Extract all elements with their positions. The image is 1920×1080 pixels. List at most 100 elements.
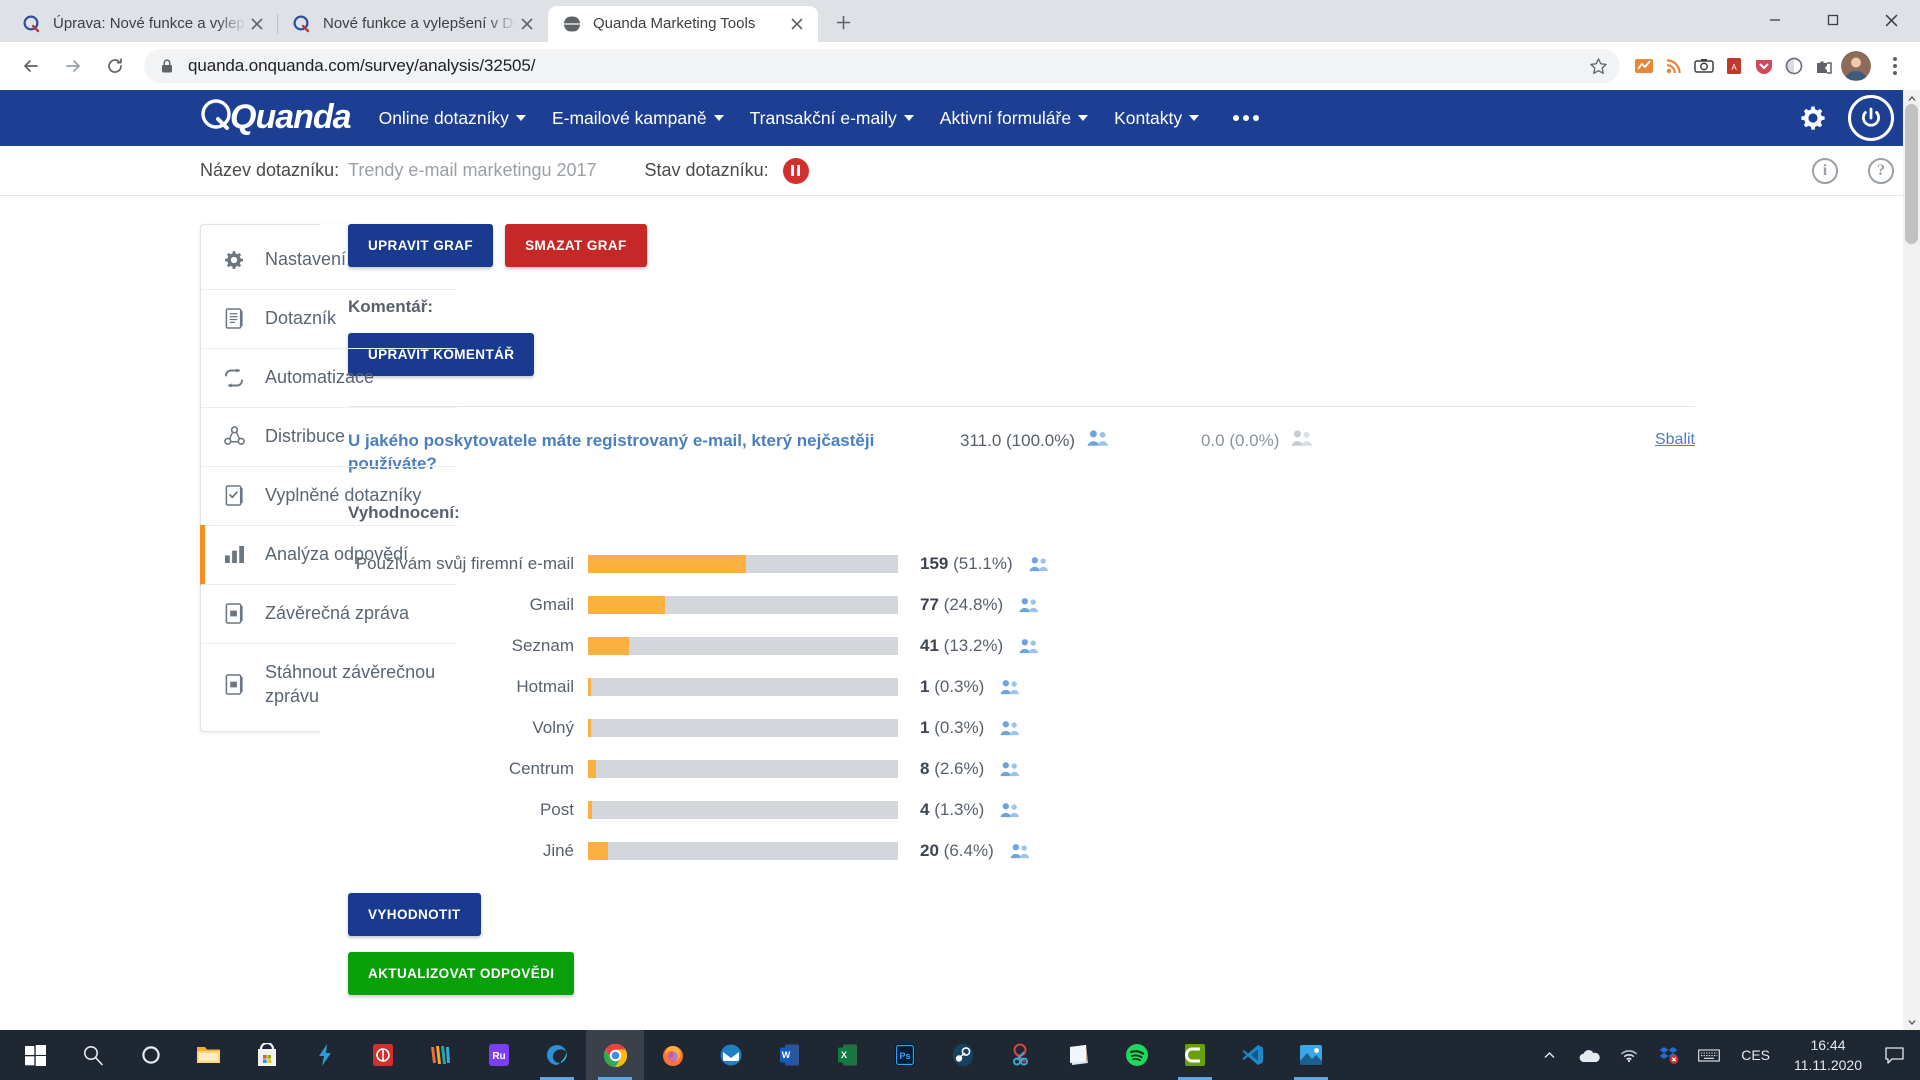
close-window-button[interactable] [1862, 0, 1920, 40]
lightning-icon[interactable] [296, 1030, 354, 1080]
pause-icon[interactable] [782, 157, 809, 184]
browser-tab-1[interactable]: Úprava: Nové funkce a vylepšení [8, 6, 278, 42]
search-icon[interactable] [64, 1030, 122, 1080]
firefox-icon[interactable] [644, 1030, 702, 1080]
people-icon[interactable] [1087, 429, 1109, 452]
chrome-icon[interactable] [586, 1030, 644, 1080]
keyboard-icon[interactable] [1689, 1030, 1729, 1080]
nav-item-emailove-kampane[interactable]: E-mailové kampaně [552, 108, 724, 129]
bar-track [588, 595, 898, 614]
chevron-down-icon [903, 115, 914, 121]
nav-item-transakcni-emaily[interactable]: Transakční e-maily [750, 108, 914, 129]
camera-extension-icon[interactable] [1692, 54, 1716, 78]
browser-tab-2[interactable]: Nové funkce a vylepšení v Dotazn [277, 6, 548, 42]
sidebar-item-vyplnene-dotazniky[interactable]: Vyplněné dotazníky [201, 465, 457, 525]
photos-icon[interactable] [1282, 1030, 1340, 1080]
action-center-icon[interactable] [1874, 1030, 1914, 1080]
forward-button[interactable] [55, 48, 91, 84]
sidebar-item-analyza-odpovedi[interactable]: Analýza odpovědí [200, 524, 457, 585]
chart-extension-icon[interactable] [1632, 54, 1656, 78]
evaluate-button[interactable]: VYHODNOTIT [348, 893, 481, 937]
people-icon[interactable] [1029, 556, 1049, 572]
excel-icon[interactable]: X [818, 1030, 876, 1080]
svg-text:X: X [840, 1050, 846, 1060]
word-icon[interactable]: W [760, 1030, 818, 1080]
gear-icon[interactable] [1800, 105, 1826, 131]
reload-button[interactable] [97, 48, 133, 84]
windows-start-icon[interactable] [6, 1030, 64, 1080]
onedrive-icon[interactable] [1569, 1030, 1609, 1080]
snipping-tool-icon[interactable] [992, 1030, 1050, 1080]
edge-icon[interactable] [528, 1030, 586, 1080]
svg-text:A: A [1731, 63, 1737, 72]
calibre-icon[interactable] [1166, 1030, 1224, 1080]
people-icon[interactable] [1000, 802, 1020, 818]
delete-chart-button[interactable]: SMAZAT GRAF [505, 224, 647, 267]
clock[interactable]: 16:44 11.11.2020 [1782, 1035, 1874, 1076]
vscode-icon[interactable] [1224, 1030, 1282, 1080]
sidebar-item-distribuce[interactable]: Distribuce [201, 406, 457, 466]
sidebar-item-automatizace[interactable]: Automatizace [201, 347, 457, 407]
people-icon-muted[interactable] [1291, 429, 1313, 452]
nav-label: Aktivní formuláře [939, 107, 1072, 128]
people-icon[interactable] [1000, 720, 1020, 736]
puzzle-extension-icon[interactable] [1812, 54, 1836, 78]
streamlabs-icon[interactable] [412, 1030, 470, 1080]
extension-icons: A [1628, 54, 1836, 78]
collapse-link[interactable]: Sbalit [1655, 429, 1695, 449]
sticky-notes-icon[interactable] [1050, 1030, 1108, 1080]
info-icon[interactable]: i [1812, 157, 1838, 184]
nav-item-online-dotazniky[interactable]: Online dotazníky [379, 108, 526, 129]
browser-tab-3[interactable]: Quanda Marketing Tools [548, 6, 818, 42]
people-icon[interactable] [1019, 638, 1039, 654]
pocket-extension-icon[interactable] [1752, 54, 1776, 78]
dropbox-error-icon[interactable] [1649, 1030, 1689, 1080]
sidebar-item-dotaznik[interactable]: Dotazník [201, 288, 457, 348]
thunderbird-icon[interactable] [702, 1030, 760, 1080]
close-icon[interactable] [246, 13, 268, 35]
more-menu-icon[interactable] [1233, 115, 1260, 121]
chrome-menu-icon[interactable] [1880, 57, 1910, 75]
table-row: Používám svůj firemní e-mail 159 (51.1%) [348, 543, 1695, 584]
adobe-cc-icon[interactable] [354, 1030, 412, 1080]
power-user-icon[interactable] [1848, 95, 1894, 141]
scroll-down-arrow[interactable] [1903, 1013, 1920, 1030]
close-icon[interactable] [786, 13, 808, 35]
wifi-icon[interactable] [1609, 1030, 1649, 1080]
microsoft-store-icon[interactable] [238, 1030, 296, 1080]
people-icon[interactable] [1019, 597, 1039, 613]
help-icon[interactable]: ? [1868, 157, 1894, 184]
minimize-button[interactable] [1746, 0, 1804, 40]
cortana-icon[interactable] [122, 1030, 180, 1080]
rss-extension-icon[interactable] [1662, 54, 1686, 78]
nav-item-kontakty[interactable]: Kontakty [1114, 108, 1200, 129]
update-answers-button[interactable]: AKTUALIZOVAT ODPOVĚDI [348, 952, 575, 996]
quanda-logo[interactable]: Quanda [200, 97, 352, 140]
sidebar-item-stahnout-zaverecnou-zpravu[interactable]: Stáhnout závěrečnou zprávu [201, 642, 457, 726]
profile-avatar[interactable] [1841, 51, 1871, 81]
circle-extension-icon[interactable] [1782, 54, 1806, 78]
star-icon[interactable] [1589, 57, 1608, 76]
pdf-extension-icon[interactable]: A [1722, 54, 1746, 78]
show-hidden-icons-chevron[interactable] [1529, 1030, 1569, 1080]
scrollbar-thumb[interactable] [1905, 104, 1918, 244]
spotify-icon[interactable] [1108, 1030, 1166, 1080]
sidebar-item-zaverecna-zprava[interactable]: Závěrečná zpráva [201, 583, 457, 643]
steam-icon[interactable] [934, 1030, 992, 1080]
people-icon[interactable] [1010, 843, 1030, 859]
adobe-rush-icon[interactable]: Ru [470, 1030, 528, 1080]
language-indicator[interactable]: CES [1729, 1047, 1782, 1063]
survey-info-actions: i ? [1812, 157, 1894, 184]
back-button[interactable] [13, 48, 49, 84]
people-icon[interactable] [1000, 679, 1020, 695]
page-scrollbar[interactable] [1903, 90, 1920, 1030]
nav-item-aktivni-formulare[interactable]: Aktivní formuláře [939, 107, 1089, 129]
photoshop-icon[interactable]: Ps [876, 1030, 934, 1080]
file-explorer-icon[interactable] [180, 1030, 238, 1080]
sidebar-item-nastaveni[interactable]: Nastavení [201, 231, 457, 289]
address-bar[interactable]: quanda.onquanda.com/survey/analysis/3250… [144, 49, 1620, 83]
new-tab-button[interactable] [826, 5, 860, 39]
close-icon[interactable] [516, 13, 538, 35]
maximize-button[interactable] [1804, 0, 1862, 40]
people-icon[interactable] [1000, 761, 1020, 777]
